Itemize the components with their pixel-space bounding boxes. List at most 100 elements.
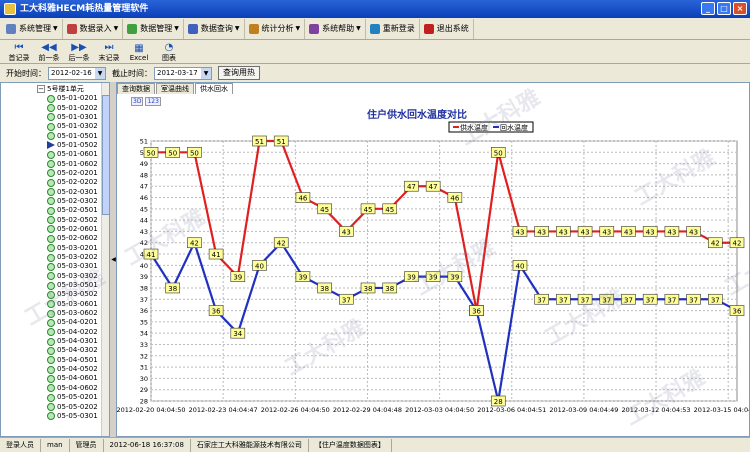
tree-item[interactable]: 05-04-0201 — [47, 318, 98, 327]
data-label: 37 — [602, 296, 611, 304]
tree-item[interactable]: 05-04-0501 — [47, 356, 98, 365]
tree-item[interactable]: 05-02-0202 — [47, 178, 98, 187]
toolbar-label: 图表 — [162, 53, 176, 62]
tree-item[interactable]: 05-02-0601 — [47, 225, 98, 234]
meter-icon — [47, 337, 55, 346]
tree-item[interactable]: 05-01-0201 — [47, 94, 98, 103]
tree-scrollbar[interactable] — [101, 83, 109, 436]
tree-item[interactable]: 05-05-0201 — [47, 393, 98, 402]
last-record-button[interactable]: ⏭ 末记录 — [94, 40, 124, 64]
tree-item[interactable]: 05-02-0201 — [47, 169, 98, 178]
menu-label: 系统帮助 — [322, 24, 355, 33]
tree-item-label: 05-01-0602 — [57, 159, 98, 168]
tree-item[interactable]: 05-05-0202 — [47, 402, 98, 412]
menu-item-3[interactable]: 数据查询 ▼ — [184, 18, 245, 39]
tree-item[interactable]: 05-01-0301 — [47, 113, 98, 122]
menu-item-6[interactable]: 重新登录 — [366, 18, 420, 39]
menu-item-2[interactable]: 数据管理 ▼ — [123, 18, 184, 39]
data-label: 39 — [298, 274, 307, 282]
menu-item-5[interactable]: 系统帮助 ▼ — [305, 18, 366, 39]
tree-item[interactable]: 05-03-0301 — [47, 262, 98, 271]
tree-item[interactable]: 05-02-0301 — [47, 187, 98, 197]
tree-item[interactable]: 05-01-0202 — [47, 103, 98, 113]
menu-item-0[interactable]: 系统管理 ▼ — [2, 18, 63, 39]
last-record-icon: ⏭ — [104, 41, 114, 53]
maximize-button[interactable]: □ — [717, 2, 731, 15]
status-field-4: 石家庄工大科雅能源技术有限公司 — [191, 438, 309, 452]
data-label: 50 — [168, 149, 177, 157]
next-record-button[interactable]: ▶▶ 后一条 — [64, 40, 94, 64]
prev-record-button[interactable]: ◀◀ 前一条 — [34, 40, 64, 64]
data-label: 40 — [516, 262, 525, 270]
minimize-button[interactable]: _ — [701, 2, 715, 15]
menu-label: 系统管理 — [19, 24, 51, 33]
menu-item-7[interactable]: 退出系统 — [420, 18, 474, 39]
data-label: 41 — [147, 251, 156, 259]
data-label: 39 — [450, 274, 459, 282]
data-label: 43 — [581, 228, 590, 236]
tree-item[interactable]: 05-01-0302 — [47, 122, 98, 131]
meter-icon — [47, 94, 55, 103]
x-tick-label: 2012-02-23 04:04:47 — [189, 406, 258, 414]
y-tick-label: 51 — [140, 138, 148, 146]
meter-icon — [47, 290, 55, 299]
end-date-picker[interactable]: 2012-03-17 ▼ — [154, 66, 212, 80]
tree-item[interactable]: 05-03-0602 — [47, 309, 98, 318]
meter-icon — [47, 346, 55, 355]
chevron-down-icon[interactable]: ▼ — [201, 67, 211, 79]
y-tick-label: 28 — [140, 398, 148, 406]
toolbar-label: 末记录 — [98, 53, 120, 62]
chart-button[interactable]: ◔ 图表 — [154, 40, 184, 64]
tree-item[interactable]: 05-02-0502 — [47, 215, 98, 225]
tree-item[interactable]: 05-01-0502 — [47, 141, 98, 150]
tree-item[interactable]: 05-04-0202 — [47, 328, 98, 337]
chevron-down-icon: ▼ — [174, 25, 179, 32]
close-button[interactable]: × — [733, 2, 747, 15]
start-date-picker[interactable]: 2012-02-16 ▼ — [48, 66, 106, 80]
menu-item-4[interactable]: 统计分析 ▼ — [245, 18, 306, 39]
data-label: 37 — [711, 296, 720, 304]
excel-button[interactable]: ▦ Excel — [124, 40, 154, 64]
x-tick-label: 2012-02-26 04:04:50 — [261, 406, 330, 414]
tree-item[interactable]: 05-04-0602 — [47, 384, 98, 393]
tree-item[interactable]: 05-02-0302 — [47, 197, 98, 206]
chevron-down-icon[interactable]: ▼ — [95, 67, 105, 79]
tree-item[interactable]: 05-04-0502 — [47, 365, 98, 374]
data-label: 38 — [364, 285, 373, 293]
play-icon — [47, 141, 55, 150]
tree-item[interactable]: 05-04-0301 — [47, 337, 98, 346]
tree-item-label: 05-05-0202 — [57, 402, 98, 411]
tree-item[interactable]: 05-03-0201 — [47, 244, 98, 253]
tree-item[interactable]: 05-01-0601 — [47, 150, 98, 159]
collapse-icon[interactable]: − — [37, 85, 45, 93]
menu-item-1[interactable]: 数据录入 ▼ — [63, 18, 124, 39]
tree-item[interactable]: 05-02-0501 — [47, 206, 98, 215]
query-button[interactable]: 查询用热 — [218, 66, 260, 80]
tree-item[interactable]: 05-02-0602 — [47, 234, 98, 243]
tree-item[interactable]: 05-03-0202 — [47, 253, 98, 262]
tree-item-label: 05-02-0501 — [57, 206, 98, 215]
tree-item[interactable]: 05-03-0601 — [47, 300, 98, 309]
y-tick-label: 34 — [140, 330, 148, 338]
meter-icon — [47, 403, 55, 412]
status-field-2: 管理员 — [70, 438, 104, 452]
scrollbar-thumb[interactable] — [102, 95, 109, 215]
tree-item[interactable]: 05-01-0602 — [47, 159, 98, 169]
tree-item[interactable]: 05-04-0302 — [47, 346, 98, 355]
data-label: 43 — [516, 228, 525, 236]
tree-item[interactable]: 05-03-0501 — [47, 281, 98, 290]
tree-item[interactable]: 05-01-0501 — [47, 131, 98, 141]
tree-item-label: 05-02-0601 — [57, 224, 98, 233]
first-record-button[interactable]: ⏮ 首记录 — [4, 40, 34, 64]
tree-item[interactable]: 05-04-0601 — [47, 374, 98, 383]
tree-item[interactable]: 05-03-0502 — [47, 290, 98, 299]
tree-item[interactable]: 05-03-0302 — [47, 272, 98, 281]
data-label: 43 — [646, 228, 655, 236]
meter-icon — [47, 122, 55, 131]
excel-icon: ▦ — [134, 42, 144, 54]
tree-item[interactable]: 05-05-0301 — [47, 412, 98, 421]
tree-item-label: 05-01-0202 — [57, 103, 98, 112]
tree-root[interactable]: − 5号楼1单元 — [37, 84, 84, 94]
data-label: 38 — [320, 285, 329, 293]
tree-item-label: 05-02-0201 — [57, 168, 98, 177]
